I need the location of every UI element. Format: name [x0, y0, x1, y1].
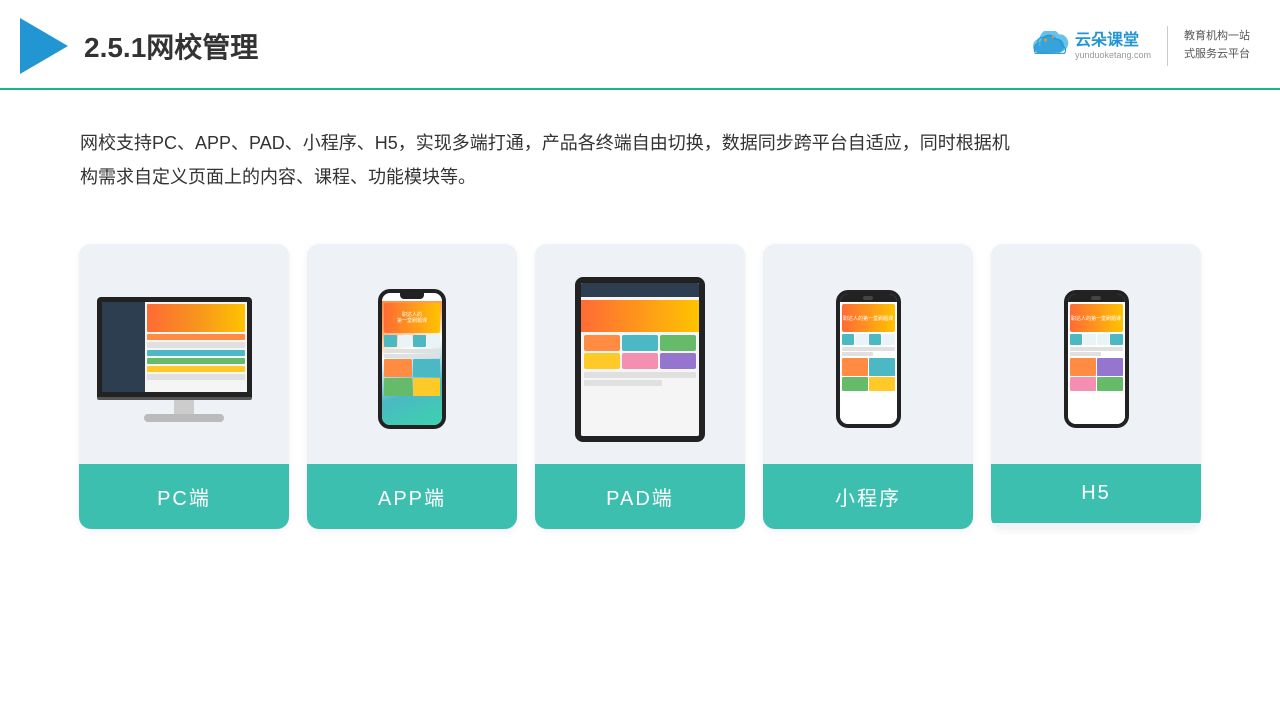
phone-notch	[400, 293, 424, 299]
header: 2.5.1网校管理 云朵课堂 yunduoketang.com 教育机构一站 式…	[0, 0, 1280, 90]
tablet-device	[575, 277, 705, 442]
header-right: 云朵课堂 yunduoketang.com 教育机构一站 式服务云平台	[1025, 26, 1250, 66]
h5-phone-screen: 职达人的第一堂刷题课	[1068, 302, 1125, 424]
desktop-screen	[97, 297, 252, 397]
cloud-icon	[1025, 31, 1069, 61]
platform-cards: PC端 职达人的第一堂刷题课	[0, 224, 1280, 559]
card-h5-label: H5	[991, 464, 1201, 523]
card-pc-image	[79, 244, 289, 464]
card-app-label: APP端	[307, 464, 517, 529]
miniphone-device: 职达人的第一堂刷题课	[836, 290, 901, 428]
play-icon	[20, 18, 68, 74]
card-miniapp: 职达人的第一堂刷题课	[763, 244, 973, 529]
card-pad-label: PAD端	[535, 464, 745, 529]
card-pad: PAD端	[535, 244, 745, 529]
brand-url: yunduoketang.com	[1075, 50, 1151, 61]
card-pc: PC端	[79, 244, 289, 529]
card-app: 职达人的第一堂刷题课	[307, 244, 517, 529]
tablet-screen	[581, 283, 699, 436]
card-miniapp-label: 小程序	[763, 464, 973, 529]
card-app-image: 职达人的第一堂刷题课	[307, 244, 517, 464]
phone-device: 职达人的第一堂刷题课	[378, 289, 446, 429]
phone-screen: 职达人的第一堂刷题课	[382, 301, 442, 425]
brand-name: 云朵课堂	[1075, 31, 1151, 50]
header-left: 2.5.1网校管理	[20, 18, 258, 74]
divider	[1167, 26, 1168, 66]
card-h5: 职达人的第一堂刷题课	[991, 244, 1201, 529]
brand-text: 云朵课堂 yunduoketang.com	[1075, 31, 1151, 61]
page-title: 2.5.1网校管理	[84, 26, 258, 66]
card-pc-label: PC端	[79, 464, 289, 529]
slogan-line1: 教育机构一站	[1184, 28, 1250, 46]
brand-logo: 云朵课堂 yunduoketang.com 教育机构一站 式服务云平台	[1025, 26, 1250, 66]
desktop-device	[97, 297, 272, 422]
card-h5-image: 职达人的第一堂刷题课	[991, 244, 1201, 464]
miniphone-screen: 职达人的第一堂刷题课	[840, 302, 897, 424]
card-miniapp-image: 职达人的第一堂刷题课	[763, 244, 973, 464]
slogan: 教育机构一站 式服务云平台	[1184, 28, 1250, 63]
h5-phone-device: 职达人的第一堂刷题课	[1064, 290, 1129, 428]
card-pad-image	[535, 244, 745, 464]
slogan-line2: 式服务云平台	[1184, 46, 1250, 64]
description-text: 网校支持PC、APP、PAD、小程序、H5，实现多端打通，产品各终端自由切换，数…	[0, 90, 1100, 214]
